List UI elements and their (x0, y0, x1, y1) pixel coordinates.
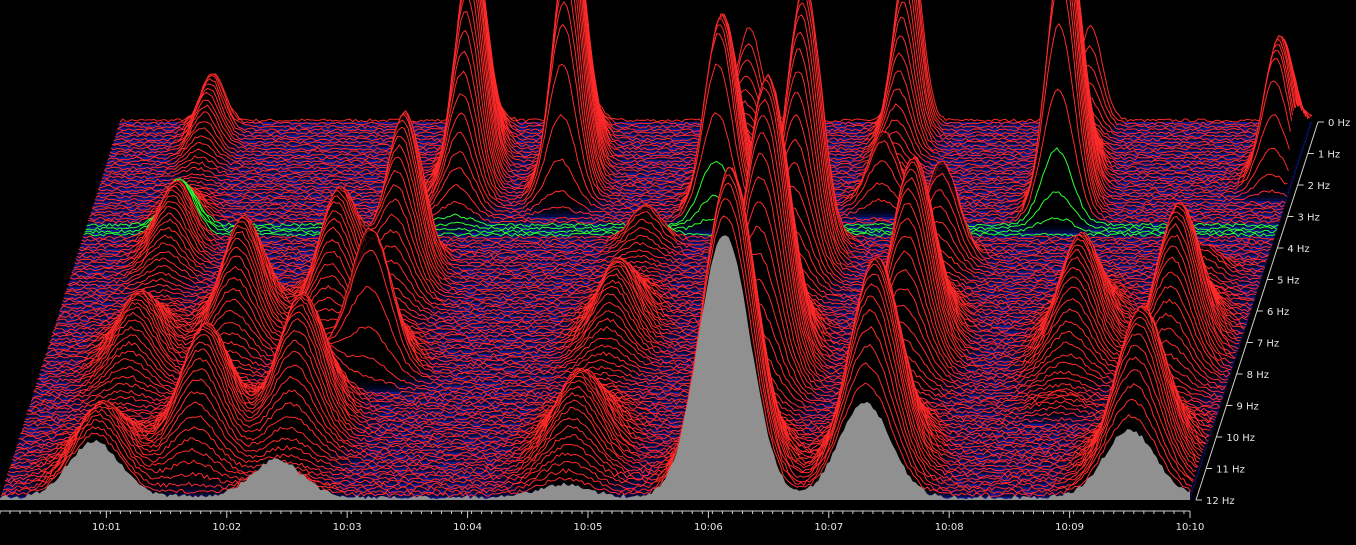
frequency-tick-label: 2 Hz (1308, 181, 1330, 192)
frequency-tick-label: 6 Hz (1267, 307, 1289, 318)
frequency-tick-label: 0 Hz (1328, 118, 1350, 129)
frequency-tick-label: 10 Hz (1226, 433, 1255, 444)
frequency-tick-label: 8 Hz (1247, 370, 1269, 381)
time-tick-label: 10:07 (814, 522, 843, 533)
time-tick-label: 10:03 (333, 522, 362, 533)
frequency-tick-label: 12 Hz (1206, 496, 1235, 507)
time-tick-label: 10:08 (935, 522, 964, 533)
time-tick-label: 10:09 (1055, 522, 1084, 533)
frequency-tick-label: 5 Hz (1277, 276, 1299, 287)
frequency-tick-label: 1 Hz (1318, 150, 1340, 161)
time-tick-label: 10:01 (92, 522, 121, 533)
waterfall-spectrogram: 10:01 10:02 10:03 10:04 10:05 10:06 10:07 10:08… (0, 0, 1350, 533)
frequency-tick-label: 3 Hz (1298, 213, 1320, 224)
frequency-tick-label: 7 Hz (1257, 339, 1279, 350)
time-tick-label: 10:05 (574, 522, 603, 533)
frequency-tick-label: 9 Hz (1237, 402, 1259, 413)
time-tick-label: 10:02 (212, 522, 241, 533)
time-tick-label: 10:04 (453, 522, 482, 533)
frequency-tick-label: 4 Hz (1287, 244, 1309, 255)
time-axis: 10:01 10:02 10:03 10:04 10:05 10:06 10:07 10:08… (0, 510, 1205, 533)
frequency-tick-label: 11 Hz (1216, 465, 1245, 476)
time-tick-label: 10:06 (694, 522, 723, 533)
time-tick-label: 10:10 (1176, 522, 1205, 533)
